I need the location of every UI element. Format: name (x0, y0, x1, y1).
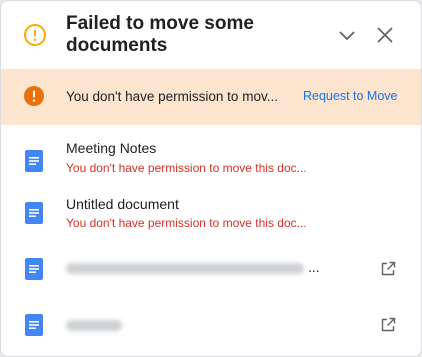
close-icon[interactable] (373, 23, 397, 47)
error-circle-icon (24, 86, 44, 106)
google-docs-icon (25, 258, 43, 280)
permission-banner: You don't have permission to mov... Requ… (1, 69, 421, 125)
document-name: Untitled document (66, 196, 179, 212)
google-docs-icon (25, 314, 43, 336)
document-row[interactable]: ... (1, 241, 421, 297)
open-in-new-icon[interactable] (380, 317, 396, 333)
document-row[interactable]: Untitled document You don't have permiss… (1, 189, 421, 245)
document-name-ellipsis: ... (308, 259, 320, 275)
google-docs-icon (25, 202, 43, 224)
document-row[interactable]: Meeting Notes You don't have permission … (1, 133, 421, 189)
document-error: You don't have permission to move this d… (66, 216, 307, 230)
document-error: You don't have permission to move this d… (66, 161, 307, 175)
warning-circle-icon (23, 23, 47, 47)
redacted-document-name (66, 320, 122, 331)
request-to-move-link[interactable]: Request to Move (303, 89, 398, 103)
chevron-down-icon[interactable] (335, 23, 359, 47)
google-docs-icon (25, 150, 43, 172)
open-in-new-icon[interactable] (380, 261, 396, 277)
dialog-header: Failed to move some documents (1, 1, 421, 69)
dialog-title: Failed to move some documents (66, 13, 254, 56)
banner-message: You don't have permission to mov... (66, 89, 278, 104)
redacted-document-name (66, 263, 304, 274)
move-failed-dialog: Failed to move some documents You don't … (0, 0, 422, 357)
document-row[interactable] (1, 297, 421, 353)
document-name: Meeting Notes (66, 140, 157, 156)
